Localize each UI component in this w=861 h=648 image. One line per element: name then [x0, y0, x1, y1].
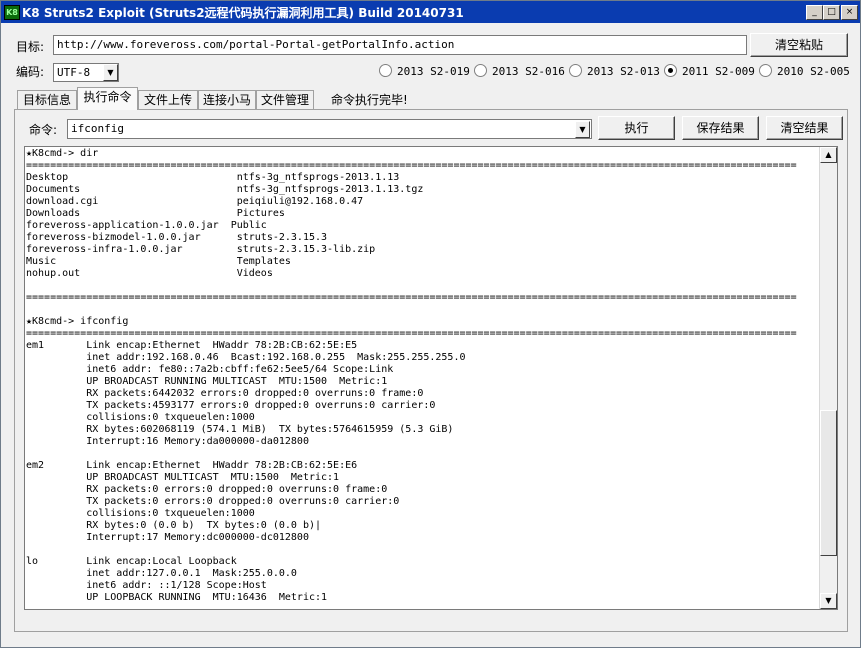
tab-3[interactable]: 连接小马 [198, 90, 256, 109]
vertical-scrollbar[interactable]: ▲ ▼ [819, 147, 837, 609]
exploit-radio-2013-s2-016[interactable]: 2013 S2-016 [474, 64, 565, 78]
app-icon: K8 [4, 5, 20, 20]
output-line: RX bytes:602068119 (574.1 MiB) TX bytes:… [26, 424, 454, 435]
minimize-button[interactable]: _ [806, 5, 823, 20]
command-input[interactable]: ifconfig [67, 119, 592, 139]
radio-dot-icon[interactable] [474, 64, 487, 77]
radio-label: 2010 S2-005 [777, 65, 850, 78]
scroll-down-icon[interactable]: ▼ [820, 593, 837, 609]
output-line: nohup.out Videos [26, 268, 273, 279]
target-label: 目标: [16, 40, 45, 54]
command-dropdown-arrow-icon[interactable]: ▼ [575, 121, 590, 138]
output-line: Documents ntfs-3g_ntfsprogs-2013.1.13.tg… [26, 184, 424, 195]
output-line: collisions:0 txqueuelen:1000 [26, 508, 255, 519]
output-line: ========================================… [26, 328, 797, 339]
scroll-up-icon[interactable]: ▲ [820, 147, 837, 163]
radio-dot-icon[interactable] [569, 64, 582, 77]
output-line: ========================================… [26, 292, 797, 303]
exploit-radio-2013-s2-019[interactable]: 2013 S2-019 [379, 64, 470, 78]
output-line: inet addr:192.168.0.46 Bcast:192.168.0.2… [26, 352, 466, 363]
output-line: Music Templates [26, 256, 291, 267]
output-text[interactable]: ★K8cmd-> dir ============================… [26, 148, 818, 608]
command-output[interactable]: ★K8cmd-> dir ============================… [24, 146, 838, 610]
close-button[interactable]: × [841, 5, 858, 20]
exploit-radio-2010-s2-005[interactable]: 2010 S2-005 [759, 64, 850, 78]
radio-dot-icon[interactable] [759, 64, 772, 77]
output-line: UP BROADCAST MULTICAST MTU:1500 Metric:1 [26, 472, 340, 483]
encoding-dropdown-arrow-icon[interactable]: ▼ [103, 64, 118, 81]
output-line: TX packets:0 errors:0 dropped:0 overruns… [26, 496, 400, 507]
encoding-value: UTF-8 [57, 66, 91, 79]
output-line: collisions:0 txqueuelen:1000 [26, 412, 255, 423]
output-line: RX bytes:0 (0.0 b) TX bytes:0 (0.0 b)| [26, 520, 322, 531]
output-line: ★K8cmd-> ifconfig [26, 316, 129, 327]
tab-4[interactable]: 文件管理 [256, 90, 314, 109]
exploit-radio-2011-s2-009[interactable]: 2011 S2-009 [664, 64, 755, 78]
output-line: UP BROADCAST RUNNING MULTICAST MTU:1500 … [26, 376, 388, 387]
output-line: inet6 addr: ::1/128 Scope:Host [26, 580, 267, 591]
radio-label: 2011 S2-009 [682, 65, 755, 78]
tab-0[interactable]: 目标信息 [17, 90, 77, 109]
tab-2[interactable]: 文件上传 [138, 90, 198, 109]
encoding-label: 编码: [16, 65, 45, 79]
save-result-button[interactable]: 保存结果 [682, 116, 759, 140]
radio-label: 2013 S2-019 [397, 65, 470, 78]
output-line: em1 Link encap:Ethernet HWaddr 78:2B:CB:… [26, 340, 358, 351]
radio-label: 2013 S2-013 [587, 65, 660, 78]
output-line: inet addr:127.0.0.1 Mask:255.0.0.0 [26, 568, 297, 579]
output-line: RX packets:0 errors:0 dropped:0 overruns… [26, 484, 388, 495]
clear-paste-button[interactable]: 清空粘贴 [750, 33, 848, 57]
output-line: Downloads Pictures [26, 208, 285, 219]
command-label: 命令: [29, 123, 58, 137]
output-line: em2 Link encap:Ethernet HWaddr 78:2B:CB:… [26, 460, 358, 471]
output-line: ★K8cmd-> dir [26, 148, 99, 159]
output-line: inet6 addr: fe80::7a2b:cbff:fe62:5ee5/64… [26, 364, 394, 375]
output-line: lo Link encap:Local Loopback [26, 556, 237, 567]
output-line: foreveross-bizmodel-1.0.0.jar struts-2.3… [26, 232, 328, 243]
radio-dot-icon[interactable] [379, 64, 392, 77]
target-url-input[interactable]: http://www.foreveross.com/portal-Portal-… [53, 35, 747, 55]
execute-button[interactable]: 执行 [598, 116, 675, 140]
output-line: UP LOOPBACK RUNNING MTU:16436 Metric:1 [26, 592, 328, 603]
output-line: RX packets:6442032 errors:0 dropped:0 ov… [26, 388, 424, 399]
scroll-thumb[interactable] [820, 410, 837, 556]
output-line: TX packets:4593177 errors:0 dropped:0 ov… [26, 400, 436, 411]
app-window: K8 K8 Struts2 Exploit (Struts2远程代码执行漏洞利用… [0, 0, 861, 648]
window-title: K8 Struts2 Exploit (Struts2远程代码执行漏洞利用工具)… [22, 6, 464, 20]
output-line: download.cgi peiqiuli@192.168.0.47 [26, 196, 364, 207]
output-line: foreveross-infra-1.0.0.jar struts-2.3.15… [26, 244, 376, 255]
tab-1[interactable]: 执行命令 [77, 87, 138, 110]
status-text: 命令执行完毕! [331, 93, 408, 107]
maximize-button[interactable]: □ [823, 5, 840, 20]
exploit-radio-2013-s2-013[interactable]: 2013 S2-013 [569, 64, 660, 78]
output-line: foreveross-application-1.0.0.jar Public [26, 220, 267, 231]
radio-label: 2013 S2-016 [492, 65, 565, 78]
output-line: Interrupt:17 Memory:dc000000-dc012800 [26, 532, 309, 543]
output-line: Desktop ntfs-3g_ntfsprogs-2013.1.13 [26, 172, 400, 183]
output-line: Interrupt:16 Memory:da000000-da012800 [26, 436, 309, 447]
clear-result-button[interactable]: 清空结果 [766, 116, 843, 140]
output-line: ========================================… [26, 160, 797, 171]
title-bar[interactable]: K8 K8 Struts2 Exploit (Struts2远程代码执行漏洞利用… [1, 1, 860, 23]
radio-dot-icon[interactable] [664, 64, 677, 77]
